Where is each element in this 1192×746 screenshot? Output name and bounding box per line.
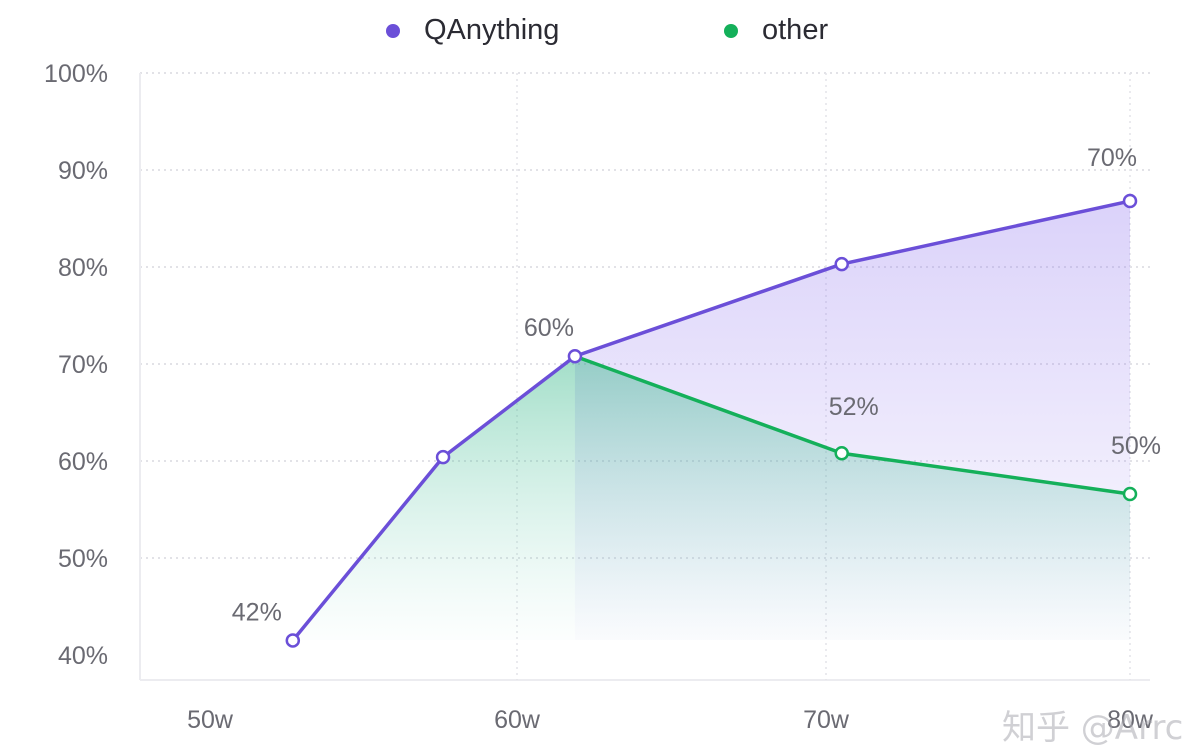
data-point-qanything [567, 348, 583, 364]
data-point-qanything [285, 633, 301, 648]
data-point-other [1122, 486, 1138, 502]
y-tick-label: 50% [58, 545, 108, 573]
y-tick-label: 70% [58, 351, 108, 379]
watermark-text: 知乎 @Arrc [1002, 708, 1184, 746]
data-point-other [834, 445, 849, 461]
y-tick-label: 90% [58, 157, 108, 185]
plot-area: 42% 60% 70% 52% 50% 100% 90% 80% 70% 60% 50% 40% 50… [44, 60, 1161, 734]
x-tick-label: 50w [187, 706, 234, 734]
data-label-other: 52% [829, 393, 879, 421]
y-tick-label: 40% [58, 642, 108, 670]
data-label-qanything: 60% [524, 314, 574, 342]
data-label-qanything: 42% [232, 598, 282, 626]
line-chart: QAnything other 42% 60% 70% 52% 50% 100% 90% 8… [0, 0, 1192, 746]
data-label-qanything: 70% [1087, 144, 1137, 172]
data-point-qanything [834, 256, 849, 272]
data-point-qanything [435, 449, 451, 465]
y-tick-label: 60% [58, 448, 108, 476]
x-tick-label: 60w [494, 706, 541, 734]
data-point-qanything [1122, 193, 1138, 209]
x-tick-label: 70w [803, 706, 850, 734]
y-tick-label: 80% [58, 254, 108, 282]
data-label-other: 50% [1111, 432, 1161, 460]
y-tick-label: 100% [44, 60, 108, 88]
